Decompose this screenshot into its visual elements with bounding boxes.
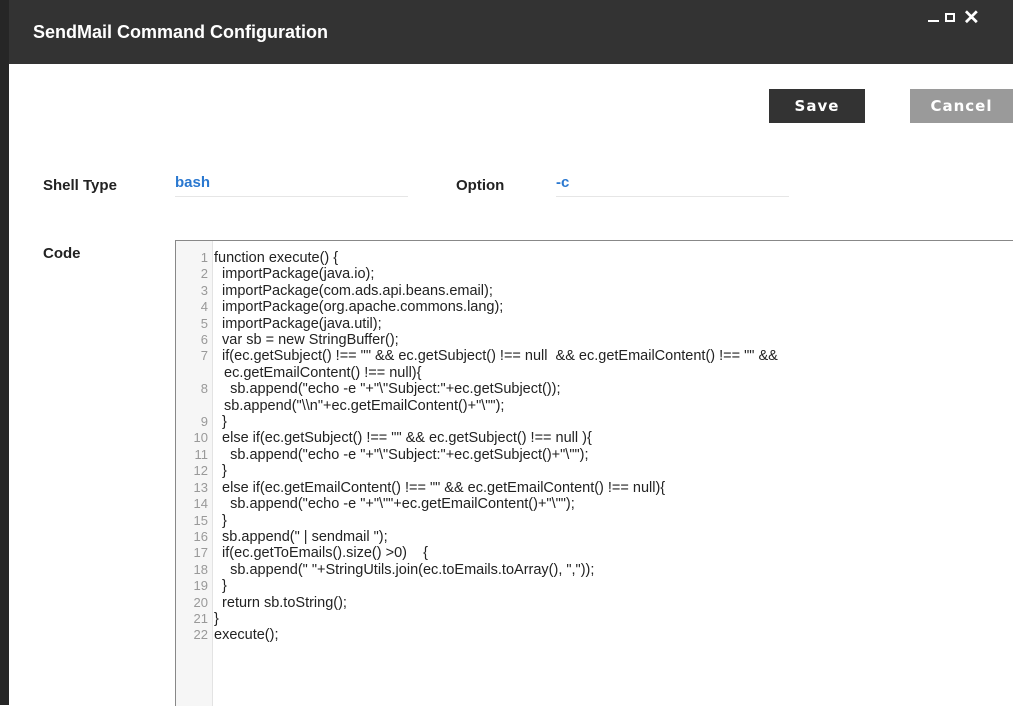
code-text: importPackage(java.io); [214,266,375,283]
maximize-icon[interactable] [945,13,955,22]
code-text: importPackage(java.util); [214,315,382,332]
code-text: sb.append("echo -e "+"\"Subject:"+ec.get… [214,446,589,463]
code-text: sb.append(" | sendmail "); [214,528,388,545]
code-text: importPackage(com.ads.api.beans.email); [214,282,493,299]
code-text: } [214,512,227,529]
window-frame [0,0,9,705]
code-line: 9 } [176,414,1013,430]
line-number: 5 [200,315,208,331]
save-button[interactable]: Save [769,89,865,123]
code-text: } [214,414,227,431]
code-text: } [214,610,219,627]
code-line: 1 function execute() { [176,250,1013,266]
option-field[interactable]: -c [556,174,789,197]
shell-type-label: Shell Type [43,177,117,194]
line-number: 3 [200,282,208,298]
line-number: 1 [200,250,208,265]
line-number: 16 [193,528,208,544]
code-editor[interactable]: 1 function execute() {2 importPackage(jav… [175,240,1013,706]
line-number: 20 [193,594,208,610]
line-number: 4 [200,299,208,315]
code-line: 4 importPackage(org.apache.commons.lang)… [176,299,1013,315]
code-line: 20 return sb.toString(); [176,595,1013,611]
line-number: 17 [193,545,208,561]
code-text: } [214,463,227,480]
code-line: 10 else if(ec.getSubject() !== "" && ec.… [176,430,1013,446]
code-text: function execute() { [214,250,339,266]
line-number: 14 [193,496,208,512]
code-line: 14 sb.append("echo -e "+"\""+ec.getEmail… [176,496,1013,512]
cancel-button[interactable]: Cancel [910,89,1013,123]
code-line: 18 sb.append(" "+StringUtils.join(ec.toE… [176,562,1013,578]
code-line: 12 } [176,463,1013,479]
close-icon[interactable]: ✕ [963,8,980,28]
code-line: 8 sb.append("echo -e "+"\"Subject:"+ec.g… [176,381,1013,397]
code-text: sb.append("echo -e "+"\""+ec.getEmailCon… [214,496,575,513]
code-line: 22 execute(); [176,627,1013,643]
window-title: SendMail Command Configuration [33,22,328,42]
line-number: 22 [193,627,208,643]
code-text: return sb.toString(); [214,594,347,611]
line-number: 12 [193,463,208,479]
code-line: 7 if(ec.getSubject() !== "" && ec.getSub… [176,348,1013,364]
code-text: sb.append("\\n"+ec.getEmailContent()+"\"… [224,397,505,414]
code-line: 19 } [176,578,1013,594]
code-lines: 1 function execute() {2 importPackage(jav… [176,250,1013,644]
code-text: if(ec.getSubject() !== "" && ec.getSubje… [214,348,778,365]
code-text: importPackage(org.apache.commons.lang); [214,299,504,316]
option-label: Option [456,177,505,194]
line-number: 7 [200,348,208,364]
line-number: 21 [193,610,208,626]
line-number: 9 [200,414,208,430]
code-line: 21} [176,611,1013,627]
code-text: sb.append(" "+StringUtils.join(ec.toEmai… [214,561,595,578]
code-line: 6 var sb = new StringBuffer(); [176,332,1013,348]
code-line: 16 sb.append(" | sendmail "); [176,529,1013,545]
code-text: execute(); [214,627,279,644]
code-line: 11 sb.append("echo -e "+"\"Subject:"+ec.… [176,447,1013,463]
code-text: } [214,578,227,595]
code-text: else if(ec.getSubject() !== "" && ec.get… [214,430,592,447]
code-text: ec.getEmailContent() !== null){ [224,364,422,381]
title-bar: SendMail Command Configuration ✕ [9,0,1013,64]
code-text: if(ec.getToEmails().size() >0) { [214,545,428,562]
code-line: 3 importPackage(com.ads.api.beans.email)… [176,283,1013,299]
line-number: 15 [193,512,208,528]
code-label: Code [43,245,81,262]
code-line: 2 importPackage(java.io); [176,266,1013,282]
line-number: 2 [200,266,208,282]
shell-type-field[interactable]: bash [175,174,408,197]
code-line: 15 } [176,513,1013,529]
code-text: var sb = new StringBuffer(); [214,332,399,349]
code-text: sb.append("echo -e "+"\"Subject:"+ec.get… [214,381,561,398]
code-text: else if(ec.getEmailContent() !== "" && e… [214,479,666,496]
line-number: 19 [193,578,208,594]
line-number: 6 [200,332,208,348]
code-line: ec.getEmailContent() !== null){ [176,365,1013,381]
minimize-icon[interactable] [928,20,939,22]
line-number: 13 [193,479,208,495]
line-number: 8 [200,381,208,397]
line-number: 10 [193,430,208,446]
code-line: 13 else if(ec.getEmailContent() !== "" &… [176,480,1013,496]
code-line: 5 importPackage(java.util); [176,316,1013,332]
line-number: 11 [194,446,209,462]
code-line: sb.append("\\n"+ec.getEmailContent()+"\"… [176,398,1013,414]
line-number: 18 [193,561,208,577]
code-line: 17 if(ec.getToEmails().size() >0) { [176,545,1013,561]
